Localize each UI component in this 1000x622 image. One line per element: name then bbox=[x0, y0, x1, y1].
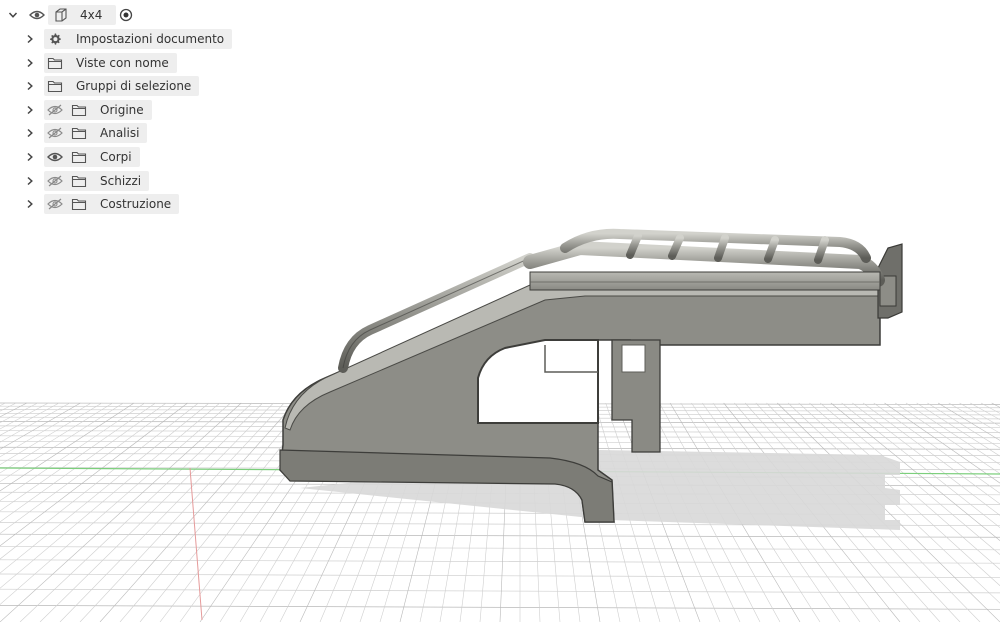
radio-active-icon[interactable] bbox=[117, 7, 135, 23]
chevron-right-icon[interactable] bbox=[23, 174, 37, 188]
chevron-right-icon[interactable] bbox=[23, 32, 37, 46]
folder-icon bbox=[70, 196, 88, 212]
browser-item-pill[interactable]: Analisi bbox=[44, 123, 148, 144]
root-component-pill[interactable]: 4x4 bbox=[48, 5, 116, 25]
browser-item-label: Analisi bbox=[100, 126, 140, 141]
chevron-right-icon[interactable] bbox=[23, 197, 37, 211]
eye-hidden-icon[interactable] bbox=[46, 125, 64, 141]
browser-item-label: Corpi bbox=[100, 150, 132, 164]
browser-item-label: Schizzi bbox=[100, 173, 142, 188]
browser-root-row[interactable]: 4x4 bbox=[0, 4, 160, 26]
browser-item-label: Costruzione bbox=[100, 197, 172, 212]
browser-item-pill[interactable]: Gruppi di selezione bbox=[44, 76, 200, 97]
browser-item-pill[interactable]: Costruzione bbox=[44, 194, 180, 215]
browser-item-3[interactable]: Gruppi di selezione bbox=[0, 75, 240, 97]
eye-icon[interactable] bbox=[28, 7, 46, 23]
browser-item-pill[interactable]: Schizzi bbox=[44, 170, 150, 191]
browser-item-pill[interactable]: Viste con nome bbox=[44, 52, 177, 73]
chevron-right-icon[interactable] bbox=[23, 79, 37, 93]
browser-item-label: Gruppi di selezione bbox=[76, 79, 192, 94]
browser-item-1[interactable]: Impostazioni documento bbox=[0, 28, 240, 50]
browser-item-8[interactable]: Costruzione bbox=[0, 193, 240, 215]
browser-item-pill[interactable]: Corpi bbox=[44, 147, 140, 167]
browser-item-label: Viste con nome bbox=[76, 55, 169, 70]
chevron-right-icon[interactable] bbox=[23, 103, 37, 117]
browser-item-label: Impostazioni documento bbox=[76, 32, 225, 46]
eye-icon[interactable] bbox=[46, 149, 64, 165]
chevron-right-icon[interactable] bbox=[23, 56, 37, 70]
browser-item-5[interactable]: Analisi bbox=[0, 122, 240, 144]
chevron-right-icon[interactable] bbox=[23, 126, 37, 140]
browser-item-7[interactable]: Schizzi bbox=[0, 170, 240, 192]
eye-hidden-icon[interactable] bbox=[46, 173, 64, 189]
browser-panel: 4x4 Impostazioni documento Viste con nome… bbox=[0, 0, 260, 220]
browser-item-2[interactable]: Viste con nome bbox=[0, 52, 240, 74]
folder-icon bbox=[70, 149, 88, 165]
browser-item-6[interactable]: Corpi bbox=[0, 146, 240, 168]
chevron-down-icon[interactable] bbox=[6, 8, 20, 22]
browser-item-pill[interactable]: Origine bbox=[44, 99, 152, 120]
eye-hidden-icon[interactable] bbox=[46, 102, 64, 118]
window-opening bbox=[477, 339, 599, 424]
browser-item-4[interactable]: Origine bbox=[0, 99, 240, 121]
component-box-icon bbox=[52, 7, 70, 23]
browser-item-pill[interactable]: Impostazioni documento bbox=[44, 29, 233, 49]
browser-item-label: Origine bbox=[100, 102, 144, 117]
folder-icon bbox=[70, 102, 88, 118]
y-axis-line bbox=[189, 467, 203, 621]
chevron-right-icon[interactable] bbox=[23, 150, 37, 164]
folder-icon bbox=[46, 78, 64, 94]
root-component-label: 4x4 bbox=[80, 8, 103, 22]
folder-icon bbox=[70, 173, 88, 189]
folder-icon bbox=[70, 125, 88, 141]
gear-icon bbox=[46, 31, 64, 47]
folder-icon bbox=[46, 55, 64, 71]
eye-hidden-icon[interactable] bbox=[46, 196, 64, 212]
